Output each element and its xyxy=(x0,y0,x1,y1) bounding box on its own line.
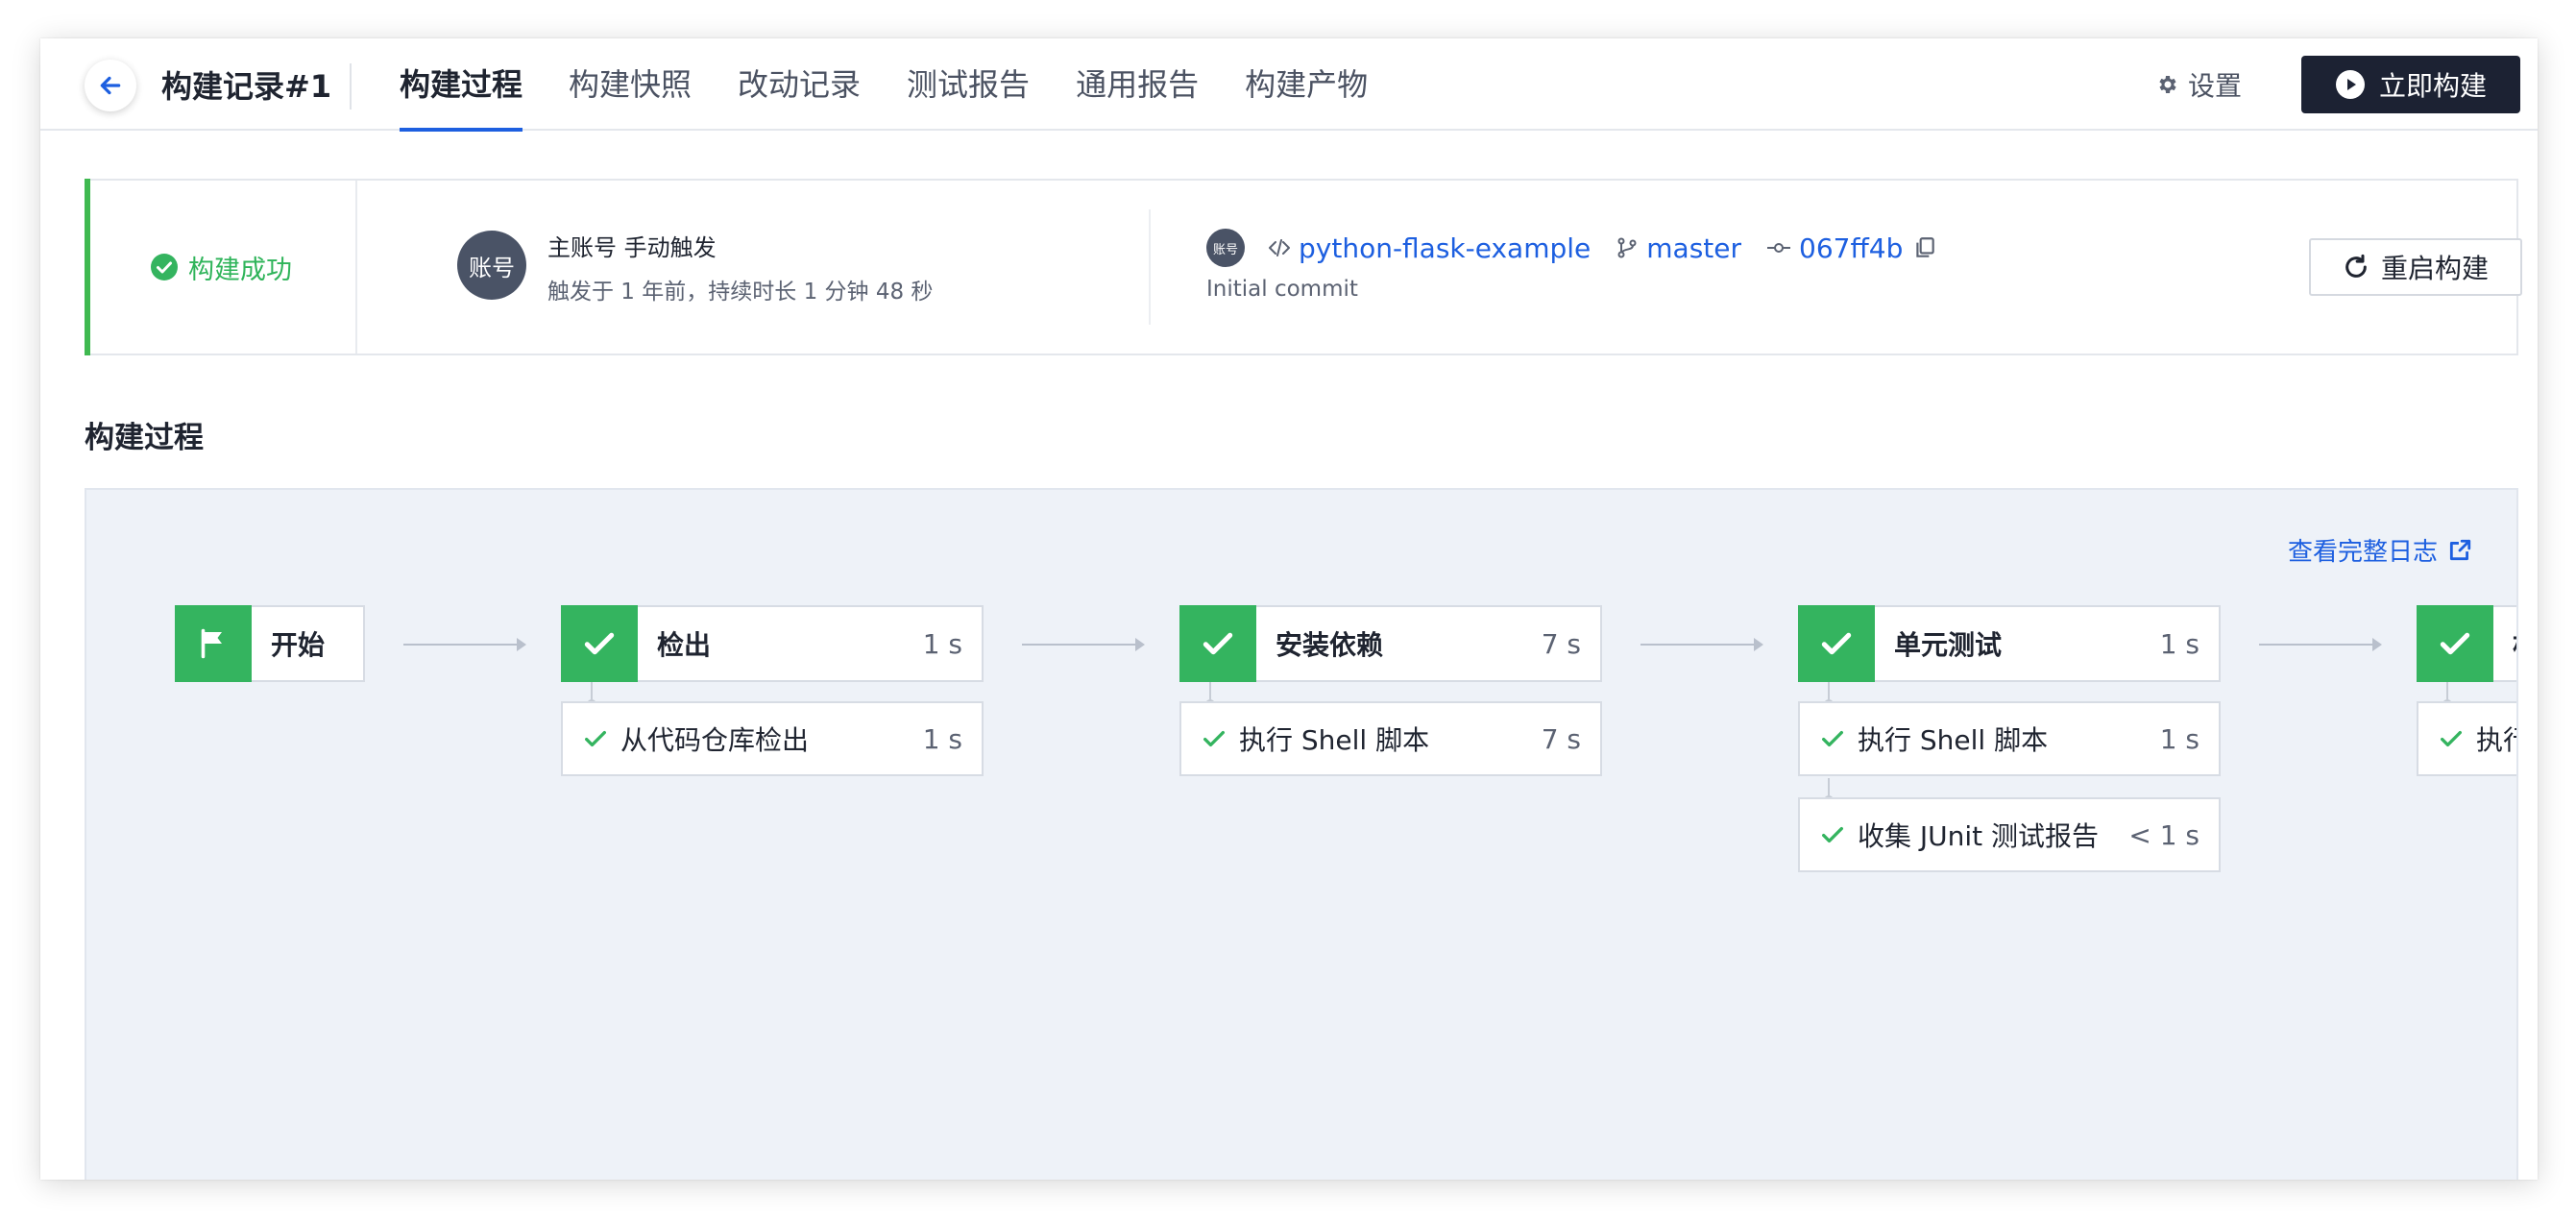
pipeline-start-node[interactable]: 开始 xyxy=(175,605,365,682)
stage-name: 检出 xyxy=(657,629,712,661)
tab-build-snapshot[interactable]: 构建快照 xyxy=(569,38,692,131)
tab-build-process[interactable]: 构建过程 xyxy=(400,38,523,132)
tab-bar: 构建过程 构建快照 改动记录 测试报告 通用报告 构建产物 xyxy=(400,38,1414,132)
stage-name: 安装依赖 xyxy=(1276,629,1384,661)
tab-build-artifacts[interactable]: 构建产物 xyxy=(1245,38,1368,131)
step-name: 执行 Shell 脚本 xyxy=(1239,724,1430,756)
top-bar: 构建记录#1 构建过程 构建快照 改动记录 测试报告 通用报告 构建产物 设置 … xyxy=(40,38,2538,132)
stage-install-deps[interactable]: 安装依赖 7 s xyxy=(1179,605,1602,682)
page-title: 构建记录#1 xyxy=(161,68,332,105)
step-duration: 1 s xyxy=(922,722,962,755)
summary-divider xyxy=(1149,209,1151,325)
code-icon xyxy=(1269,239,1290,256)
copy-icon[interactable] xyxy=(1912,235,1937,260)
trigger-time: 触发于 1 年前，持续时长 1 分钟 48 秒 xyxy=(547,280,934,305)
check-circle-icon xyxy=(151,254,178,281)
connector-arrow xyxy=(517,638,526,651)
settings-label: 设置 xyxy=(2188,70,2243,102)
refresh-icon xyxy=(2345,254,2367,278)
restart-build-button[interactable]: 重启构建 xyxy=(2309,238,2522,296)
step-name: 执行 xyxy=(2476,724,2516,756)
step-duration: < 1 s xyxy=(2128,818,2199,851)
connector xyxy=(1022,644,1139,646)
branch-link[interactable]: master xyxy=(1646,232,1741,264)
commit-link[interactable]: 067ff4b xyxy=(1799,232,1903,264)
pipeline-canvas[interactable]: 查看完整日志 开始 检出 1 s 从代码仓库检出 1 s 安装依赖 7 s 执行… xyxy=(85,488,2518,1180)
check-icon xyxy=(585,730,606,747)
stage-name: 构 xyxy=(2513,624,2516,663)
connector-arrow xyxy=(1135,638,1145,651)
check-icon xyxy=(1821,632,1852,655)
settings-button[interactable]: 设置 xyxy=(2155,65,2242,104)
tab-general-report[interactable]: 通用报告 xyxy=(1076,38,1199,131)
check-icon xyxy=(1203,730,1225,747)
connector-arrow xyxy=(2372,638,2382,651)
view-full-log-label: 查看完整日志 xyxy=(2287,538,2438,567)
build-summary-card: 构建成功 账号 主账号 手动触发 触发于 1 年前，持续时长 1 分钟 48 秒… xyxy=(85,179,2522,355)
stage-status-badge xyxy=(2417,605,2493,682)
view-full-log-link[interactable]: 查看完整日志 xyxy=(2288,532,2472,568)
tab-change-log[interactable]: 改动记录 xyxy=(738,38,861,131)
external-link-icon xyxy=(2449,539,2471,560)
check-icon xyxy=(584,632,615,655)
section-title: 构建过程 xyxy=(85,421,204,455)
start-badge xyxy=(175,605,252,682)
stage-status-badge xyxy=(1179,605,1256,682)
step-duration: 7 s xyxy=(1541,722,1581,755)
connector xyxy=(1640,644,1758,646)
step-shell-script[interactable]: 执行 Shell 脚本 1 s xyxy=(1798,701,2221,776)
stage-duration: 1 s xyxy=(922,627,962,660)
repo-info: python-flask-example master 067ff4b xyxy=(1268,227,1945,269)
start-label: 开始 xyxy=(271,629,326,661)
build-status-text: 构建成功 xyxy=(188,255,292,285)
connector-arrow xyxy=(1754,638,1763,651)
step-name: 从代码仓库检出 xyxy=(620,724,810,756)
check-icon xyxy=(1822,826,1843,843)
connector xyxy=(403,644,521,646)
commit-author-avatar: 账号 xyxy=(1206,229,1245,267)
step-execute[interactable]: 执行 xyxy=(2417,701,2516,776)
stage-status-badge xyxy=(561,605,638,682)
connector xyxy=(2259,644,2376,646)
check-icon xyxy=(1203,632,1233,655)
step-collect-junit-report[interactable]: 收集 JUnit 测试报告 < 1 s xyxy=(1798,797,2221,872)
commit-message: Initial commit xyxy=(1206,277,1358,302)
stage-checkout[interactable]: 检出 1 s xyxy=(561,605,984,682)
trigger-info: 主账号 手动触发 xyxy=(547,234,717,261)
title-divider xyxy=(350,63,352,110)
step-shell-script[interactable]: 执行 Shell 脚本 7 s xyxy=(1179,701,1602,776)
repo-link[interactable]: python-flask-example xyxy=(1299,232,1591,264)
step-duration: 1 s xyxy=(2159,722,2199,755)
flag-icon xyxy=(201,628,222,659)
back-button[interactable] xyxy=(85,60,136,111)
build-status: 构建成功 xyxy=(86,181,357,354)
gear-icon xyxy=(2159,76,2176,93)
restart-build-label: 重启构建 xyxy=(2380,253,2489,284)
avatar: 账号 xyxy=(457,231,526,300)
play-circle-icon xyxy=(2335,70,2365,99)
check-icon xyxy=(2441,730,2462,747)
stage-build[interactable]: 构 xyxy=(2417,605,2516,682)
git-branch-icon xyxy=(1617,237,1637,258)
build-now-label: 立即构建 xyxy=(2378,70,2487,102)
stage-unit-test[interactable]: 单元测试 1 s xyxy=(1798,605,2221,682)
arrow-left-icon xyxy=(100,76,121,95)
build-now-button[interactable]: 立即构建 xyxy=(2301,56,2520,113)
stage-duration: 7 s xyxy=(1541,627,1581,660)
check-icon xyxy=(2440,632,2470,655)
stage-name: 单元测试 xyxy=(1894,629,2003,661)
step-name: 执行 Shell 脚本 xyxy=(1858,724,2049,756)
step-checkout-from-repo[interactable]: 从代码仓库检出 1 s xyxy=(561,701,984,776)
stage-duration: 1 s xyxy=(2159,627,2199,660)
check-icon xyxy=(1822,730,1843,747)
app-window: 构建记录#1 构建过程 构建快照 改动记录 测试报告 通用报告 构建产物 设置 … xyxy=(40,38,2538,1180)
tab-test-report[interactable]: 测试报告 xyxy=(907,38,1030,131)
git-commit-icon xyxy=(1767,243,1791,253)
stage-status-badge xyxy=(1798,605,1875,682)
step-name: 收集 JUnit 测试报告 xyxy=(1858,820,2100,852)
